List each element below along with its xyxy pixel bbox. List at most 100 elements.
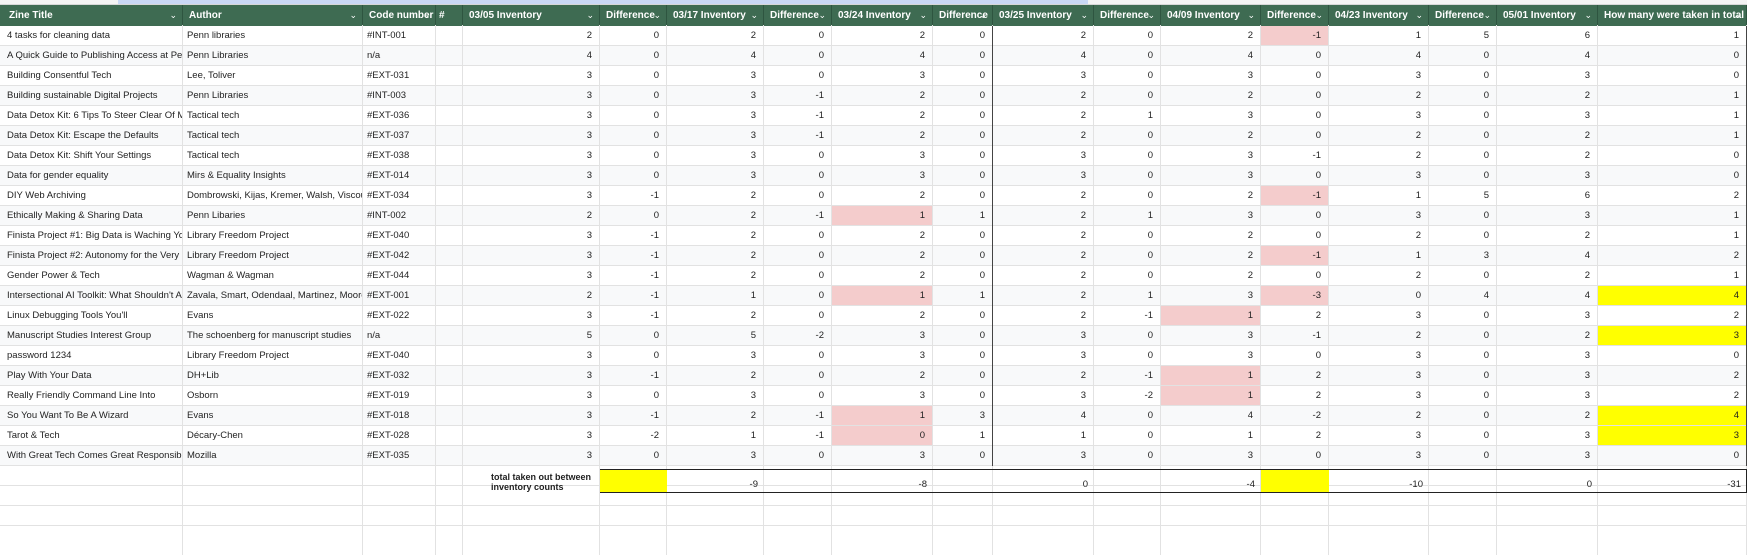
table-cell[interactable]: 2 <box>1329 86 1429 105</box>
table-cell[interactable]: #EXT-022 <box>363 306 436 325</box>
filter-dropdown-icon[interactable]: ⌄ <box>349 5 357 26</box>
table-cell[interactable]: #EXT-031 <box>363 66 436 85</box>
table-cell[interactable]: 1 <box>667 426 764 445</box>
table-cell[interactable]: 0 <box>764 146 832 165</box>
filter-dropdown-icon[interactable]: ⌄ <box>1315 5 1323 26</box>
column-header[interactable]: Difference ⌄ <box>1094 5 1161 26</box>
table-cell[interactable]: 2 <box>1497 226 1598 245</box>
table-cell[interactable]: -1 <box>1261 186 1329 205</box>
table-cell[interactable]: 0 <box>600 446 667 465</box>
table-cell[interactable]: 3 <box>1329 426 1429 445</box>
table-cell[interactable]: 4 <box>1329 46 1429 65</box>
table-cell[interactable]: 3 <box>1497 346 1598 365</box>
table-cell[interactable]: 0 <box>1094 426 1161 445</box>
table-cell[interactable]: -2 <box>600 426 667 445</box>
table-cell[interactable]: Evans <box>183 306 363 325</box>
table-cell[interactable]: 3 <box>832 346 933 365</box>
table-cell[interactable] <box>436 26 463 45</box>
table-cell[interactable]: -1 <box>764 426 832 445</box>
table-cell[interactable]: 0 <box>1261 226 1329 245</box>
table-cell[interactable]: 0 <box>1094 226 1161 245</box>
table-cell[interactable]: 3 <box>667 146 764 165</box>
column-header[interactable]: Difference ⌄ <box>600 5 667 26</box>
table-cell[interactable]: 0 <box>1094 346 1161 365</box>
table-cell[interactable] <box>436 146 463 165</box>
table-cell[interactable]: DH+Lib <box>183 366 363 385</box>
table-cell[interactable]: 4 <box>1598 406 1747 425</box>
table-cell[interactable]: n/a <box>363 46 436 65</box>
column-header[interactable]: 03/24 Inventory ⌄ <box>832 5 933 26</box>
table-cell[interactable]: 0 <box>832 426 933 445</box>
table-cell[interactable]: Penn Libaries <box>183 206 363 225</box>
table-cell[interactable]: 0 <box>1261 346 1329 365</box>
table-cell[interactable]: -1 <box>600 366 667 385</box>
table-cell[interactable]: -1 <box>764 126 832 145</box>
table-cell[interactable]: 3 <box>667 346 764 365</box>
table-cell[interactable]: 5 <box>1429 26 1497 45</box>
table-cell[interactable]: 0 <box>1094 126 1161 145</box>
table-cell[interactable]: 3 <box>1329 346 1429 365</box>
table-cell[interactable]: 3 <box>463 106 600 125</box>
table-cell[interactable]: 4 <box>1161 46 1261 65</box>
table-cell[interactable] <box>436 406 463 425</box>
table-cell[interactable]: Finista Project #2: Autonomy for the Ver… <box>3 246 183 265</box>
table-cell[interactable]: 0 <box>933 186 993 205</box>
table-cell[interactable]: 0 <box>764 446 832 465</box>
table-cell[interactable]: 1 <box>1161 386 1261 405</box>
table-cell[interactable]: 1 <box>933 206 993 225</box>
table-cell[interactable]: 2 <box>1497 406 1598 425</box>
table-cell[interactable]: -2 <box>1261 406 1329 425</box>
table-cell[interactable]: 0 <box>1598 346 1747 365</box>
table-cell[interactable]: n/a <box>363 326 436 345</box>
table-cell[interactable] <box>436 226 463 245</box>
column-header[interactable]: Code number ⌄ <box>363 5 436 26</box>
table-cell[interactable]: 1 <box>1094 206 1161 225</box>
table-cell[interactable]: 0 <box>764 226 832 245</box>
table-cell[interactable]: password 1234 <box>3 346 183 365</box>
table-cell[interactable]: 1 <box>1329 246 1429 265</box>
table-cell[interactable]: Data Detox Kit: Shift Your Settings <box>3 146 183 165</box>
table-cell[interactable]: 0 <box>1094 26 1161 45</box>
table-cell[interactable]: Building Consentful Tech <box>3 66 183 85</box>
table-cell[interactable]: 0 <box>600 46 667 65</box>
table-cell[interactable]: 3 <box>1598 426 1747 445</box>
table-cell[interactable]: Tarot & Tech <box>3 426 183 445</box>
table-cell[interactable]: 0 <box>1094 66 1161 85</box>
table-cell[interactable]: 3 <box>667 446 764 465</box>
table-cell[interactable]: 3 <box>463 146 600 165</box>
table-cell[interactable]: Play With Your Data <box>3 366 183 385</box>
table-cell[interactable]: 0 <box>600 106 667 125</box>
empty-row[interactable] <box>0 506 1747 526</box>
table-cell[interactable]: 2 <box>993 246 1094 265</box>
table-cell[interactable]: 0 <box>1261 166 1329 185</box>
table-cell[interactable]: 0 <box>933 26 993 45</box>
table-cell[interactable]: 2 <box>832 366 933 385</box>
table-cell[interactable]: 2 <box>667 366 764 385</box>
table-cell[interactable]: 0 <box>1094 146 1161 165</box>
table-cell[interactable]: -1 <box>764 106 832 125</box>
table-cell[interactable]: 0 <box>933 226 993 245</box>
table-cell[interactable]: -1 <box>1261 246 1329 265</box>
table-cell[interactable]: 0 <box>764 246 832 265</box>
column-header[interactable]: 03/05 Inventory ⌄ <box>463 5 600 26</box>
table-cell[interactable]: 1 <box>832 286 933 305</box>
table-cell[interactable]: 2 <box>1161 126 1261 145</box>
table-cell[interactable] <box>436 386 463 405</box>
table-cell[interactable]: 2 <box>1497 146 1598 165</box>
table-cell[interactable]: Building sustainable Digital Projects <box>3 86 183 105</box>
table-cell[interactable]: 0 <box>1429 206 1497 225</box>
table-cell[interactable]: 1 <box>1329 26 1429 45</box>
table-cell[interactable]: 0 <box>1094 86 1161 105</box>
table-cell[interactable]: 0 <box>1094 186 1161 205</box>
table-cell[interactable]: 3 <box>1497 306 1598 325</box>
table-cell[interactable]: 0 <box>764 26 832 45</box>
table-cell[interactable]: 4 <box>463 46 600 65</box>
totals-cell[interactable]: -10 <box>1261 470 1429 492</box>
table-cell[interactable]: 1 <box>1598 126 1747 145</box>
table-cell[interactable]: 2 <box>1261 386 1329 405</box>
table-cell[interactable]: 2 <box>1261 306 1329 325</box>
table-cell[interactable]: 3 <box>463 266 600 285</box>
table-cell[interactable]: 0 <box>1429 366 1497 385</box>
table-cell[interactable]: 1 <box>1598 266 1747 285</box>
table-cell[interactable] <box>436 86 463 105</box>
